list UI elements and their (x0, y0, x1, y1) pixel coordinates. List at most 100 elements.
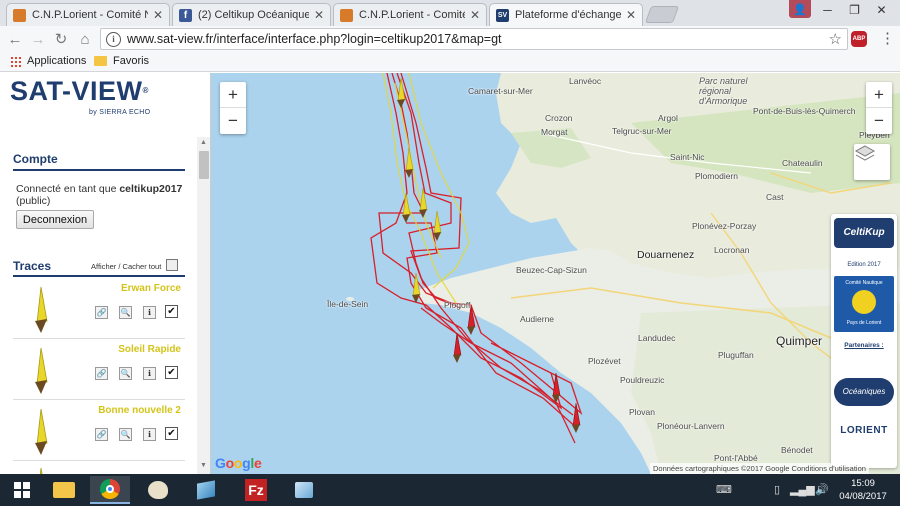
battery-icon[interactable]: ▯ (774, 483, 780, 496)
apps-grid-icon (10, 55, 21, 67)
oceaniques-logo[interactable]: Océaniques (834, 378, 894, 406)
app-arrow-icon[interactable] (284, 476, 324, 504)
satview-logo[interactable]: SAT-VIEW® by SIERRA ECHO (10, 77, 190, 121)
map-label: Telgruc-sur-Mer (612, 126, 672, 136)
map-label: Audierne (520, 314, 555, 324)
back-icon[interactable]: ← (6, 30, 24, 48)
minimize-icon[interactable]: ─ (814, 0, 841, 20)
trace-visible-checkbox[interactable]: ✔ (165, 305, 178, 318)
link-icon[interactable]: 🔗 (95, 428, 108, 441)
close-tab-icon[interactable]: ✕ (314, 8, 324, 22)
tab-cnp-lorient-1[interactable]: C.N.P.Lorient - Comité N ✕ (6, 3, 170, 26)
scroll-up-icon[interactable]: ▲ (200, 139, 207, 146)
user-profile-icon[interactable]: 👤 (789, 0, 811, 18)
sailboat-icon (39, 467, 43, 474)
windows-taskbar: Fz ⌨ ▯ ▂▄▆ 🔊 15:09 04/08/2017 (0, 474, 900, 506)
zoom-control-left[interactable]: + − (220, 82, 246, 134)
scroll-down-icon[interactable]: ▼ (200, 462, 207, 469)
map-attribution[interactable]: Données cartographiques ©2017 Google Con… (650, 463, 869, 474)
sidebar: SAT-VIEW® by SIERRA ECHO ▲ ▼ Compte Conn… (0, 73, 211, 474)
zoom-in-button[interactable]: + (220, 82, 246, 108)
adblock-extension-icon[interactable]: ABP (851, 31, 867, 47)
paint-icon[interactable] (138, 476, 178, 504)
keyboard-icon[interactable]: ⌨ (716, 483, 732, 496)
sidebar-scrollbar[interactable]: ▲ ▼ (197, 137, 210, 474)
google-logo: Google (215, 455, 262, 471)
close-tab-icon[interactable]: ✕ (153, 8, 163, 22)
new-tab-button[interactable] (644, 6, 680, 23)
info-icon[interactable]: ℹ (143, 306, 156, 319)
bookmark-star-icon[interactable]: ☆ (829, 30, 842, 48)
link-icon[interactable]: 🔗 (95, 306, 108, 319)
lorient-logo[interactable]: LORIENT (834, 420, 894, 442)
map-label: Douarnenez (637, 249, 695, 261)
info-icon[interactable]: ℹ (143, 367, 156, 380)
file-explorer-icon[interactable] (44, 476, 84, 504)
zoom-search-icon[interactable]: 🔍 (119, 367, 132, 380)
forward-icon[interactable]: → (29, 30, 47, 48)
sailboat-icon (35, 347, 48, 394)
zoom-control-right[interactable]: + − (866, 82, 892, 134)
app-cube-icon[interactable] (186, 476, 226, 504)
link-icon[interactable]: 🔗 (95, 367, 108, 380)
browser-tab-strip: C.N.P.Lorient - Comité N ✕ f (2) Celtiku… (0, 0, 900, 26)
address-bar[interactable]: i www.sat-view.fr/interface/interface.ph… (100, 28, 848, 50)
toggle-all-checkbox[interactable] (166, 259, 178, 271)
url-text[interactable]: www.sat-view.fr/interface/interface.php?… (127, 32, 829, 46)
map-label: Argol (658, 113, 678, 123)
wifi-signal-icon[interactable]: ▂▄▆ (790, 483, 815, 496)
trace-item[interactable]: Soleil Rapide 🔗 🔍 ℹ ✔ (13, 340, 185, 400)
volume-icon[interactable]: 🔊 (815, 483, 829, 496)
layers-button[interactable] (854, 144, 890, 180)
map-label-park: Parc naturel régional d'Armorique (699, 76, 748, 106)
comite-emblem-icon (852, 290, 876, 314)
zoom-out-button[interactable]: − (866, 108, 892, 134)
site-info-icon[interactable]: i (106, 31, 121, 47)
trace-visible-checkbox[interactable]: ✔ (165, 366, 178, 379)
tab-cnp-lorient-2[interactable]: C.N.P.Lorient - Comité N ✕ (333, 3, 487, 26)
map-label: Île-de-Sein (327, 299, 369, 309)
start-windows-icon[interactable] (2, 476, 42, 504)
zoom-out-button[interactable]: − (220, 108, 246, 134)
facebook-favicon-icon: f (179, 8, 192, 22)
filezilla-icon[interactable]: Fz (236, 476, 276, 504)
reload-icon[interactable]: ↻ (52, 30, 70, 48)
map-label: Crozon (545, 113, 573, 123)
close-window-icon[interactable]: ✕ (868, 0, 895, 20)
info-icon[interactable]: ℹ (143, 428, 156, 441)
system-clock[interactable]: 15:09 04/08/2017 (834, 477, 892, 503)
trace-item[interactable]: Bonne nouvelle 2 🔗 🔍 ℹ ✔ (13, 401, 185, 461)
close-tab-icon[interactable]: ✕ (626, 8, 636, 22)
map-label: Plonéour-Lanvern (657, 421, 725, 431)
chrome-icon[interactable] (90, 476, 130, 504)
cnp-favicon-icon (13, 8, 26, 22)
celtikup-logo[interactable]: CeltiKup (834, 218, 894, 248)
browser-menu-icon[interactable]: ⋮ (880, 31, 895, 47)
trace-item[interactable]: Erwan Force 🔗 🔍 ℹ ✔ (13, 279, 185, 339)
page-content: SAT-VIEW® by SIERRA ECHO ▲ ▼ Compte Conn… (0, 73, 900, 474)
logout-button[interactable]: Deconnexion (16, 210, 94, 229)
zoom-search-icon[interactable]: 🔍 (119, 428, 132, 441)
maximize-icon[interactable]: ❐ (841, 0, 868, 20)
map-label: Plonévez-Porzay (692, 221, 757, 231)
close-tab-icon[interactable]: ✕ (470, 8, 480, 22)
traces-divider (13, 275, 185, 277)
partners-panel: CeltiKup Edition 2017 Comité Nautique Pa… (831, 214, 897, 468)
bookmark-favoris[interactable]: Favoris (94, 55, 149, 67)
trace-name: Bonne nouvelle 2 (98, 405, 181, 416)
map-label: Quimper (776, 334, 823, 348)
trace-visible-checkbox[interactable]: ✔ (165, 427, 178, 440)
map-label: Camaret-sur-Mer (468, 86, 533, 96)
tab-celtikup-facebook[interactable]: f (2) Celtikup Océaniques ✕ (172, 3, 331, 26)
bookmark-applications[interactable]: Applications (10, 55, 86, 67)
tab-plateforme-echange[interactable]: SV Plateforme d'échange de ✕ (489, 3, 643, 26)
map-view[interactable]: Lanvéoc Camaret-sur-Mer Parc naturel rég… (211, 73, 900, 474)
home-icon[interactable]: ⌂ (76, 30, 94, 48)
map-label: Pont-de-Buis-lès-Quimerch (753, 106, 856, 116)
trace-item-partial[interactable] (13, 462, 185, 474)
zoom-in-button[interactable]: + (866, 82, 892, 108)
yellow-tracks (382, 73, 470, 304)
comite-nautique-logo[interactable]: Comité Nautique Pays de Lorient (834, 276, 894, 332)
zoom-search-icon[interactable]: 🔍 (119, 306, 132, 319)
scrollbar-thumb[interactable] (199, 151, 209, 179)
